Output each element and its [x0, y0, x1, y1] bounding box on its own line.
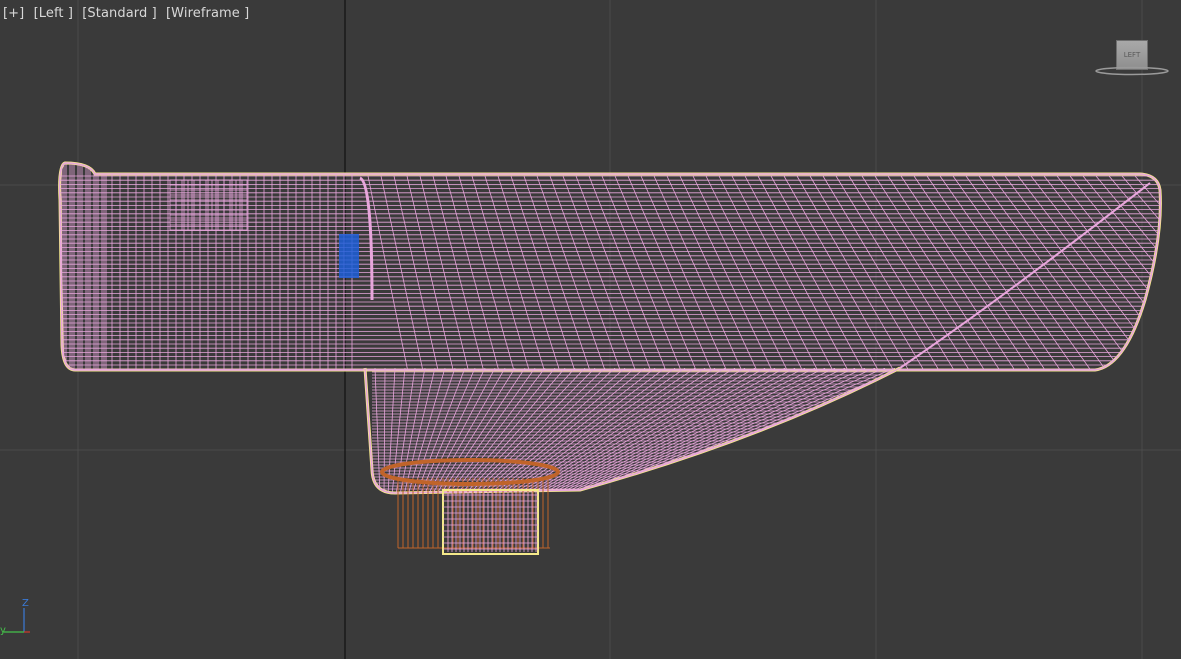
viewport-left[interactable]: [+] [Left ] [Standard ] [Wireframe ] LEF…: [0, 0, 1181, 659]
axis-tripod-icon: Z y: [0, 598, 40, 638]
viewport-canvas[interactable]: [0, 0, 1181, 659]
viewport-view-menu[interactable]: [Left ]: [34, 6, 73, 21]
viewport-display-mode-menu[interactable]: [Wireframe ]: [166, 6, 249, 21]
axis-y-label: y: [0, 625, 6, 636]
selected-face-patch: [339, 234, 359, 278]
viewcube-icon[interactable]: LEFT: [1094, 38, 1170, 78]
viewport-plus-menu[interactable]: [+]: [3, 6, 24, 21]
viewport-shading-menu[interactable]: [Standard ]: [82, 6, 157, 21]
axis-z-label: Z: [22, 598, 29, 609]
viewcube-compass-ring[interactable]: [1094, 66, 1170, 76]
viewport-label-bar: [+] [Left ] [Standard ] [Wireframe ]: [3, 6, 249, 21]
hull-wireframe: [360, 366, 901, 495]
